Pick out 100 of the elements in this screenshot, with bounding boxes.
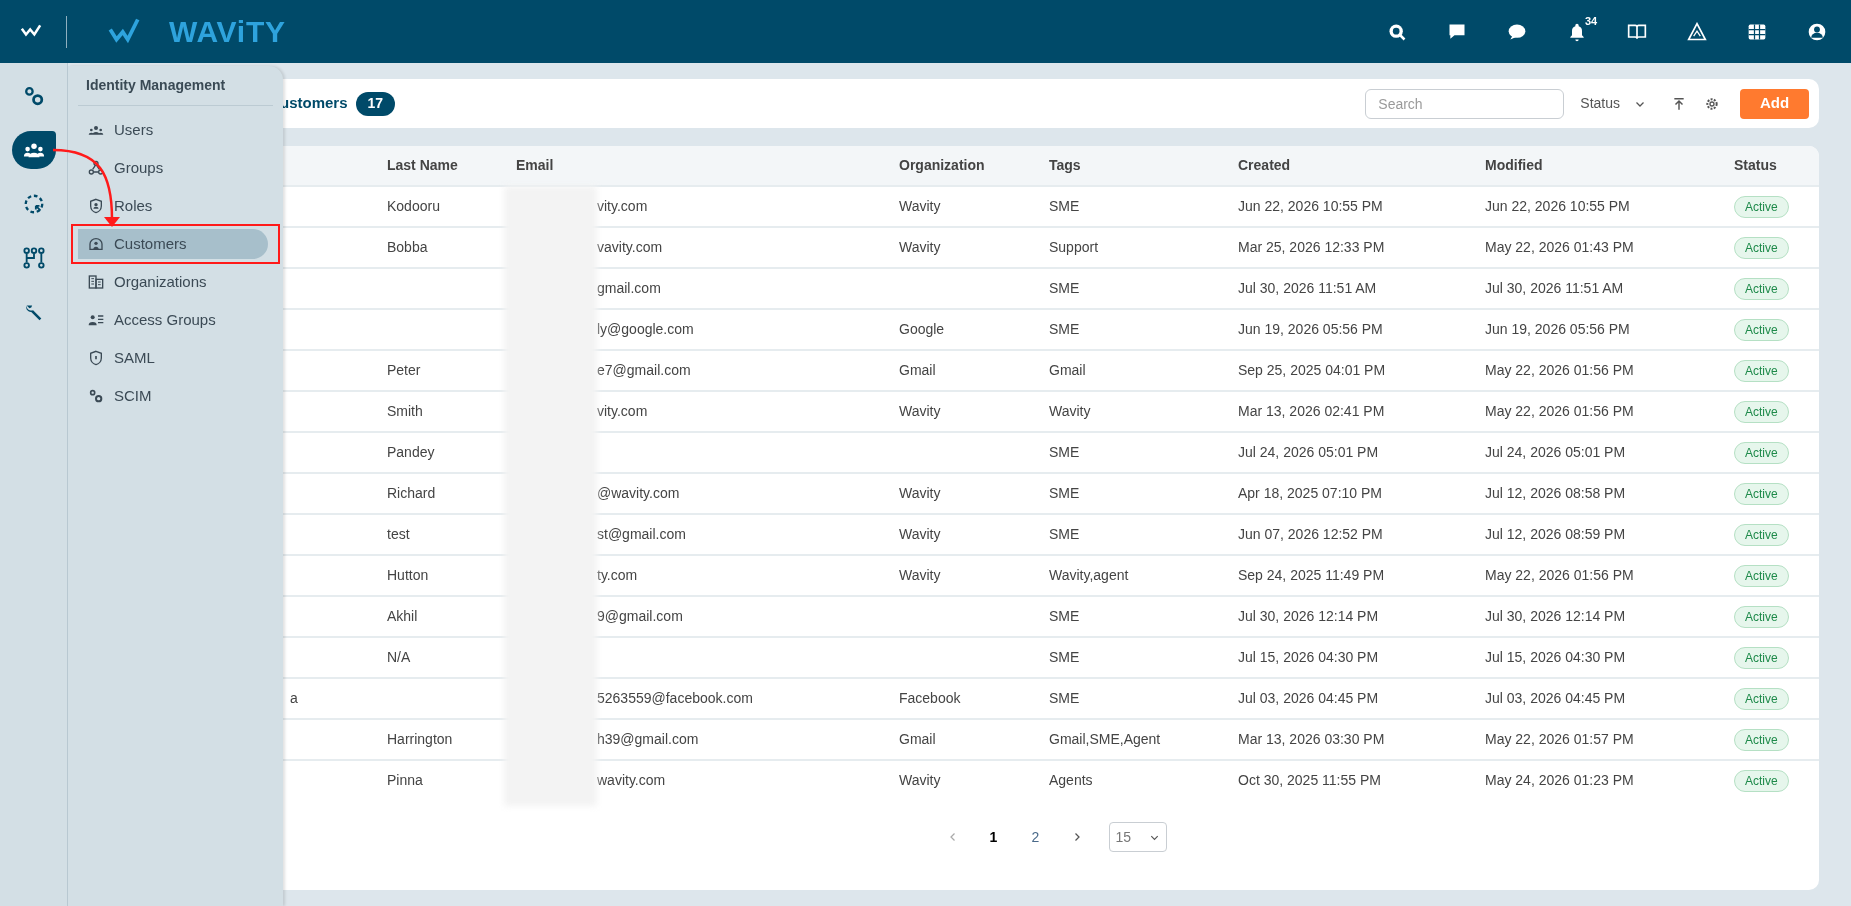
table-cell: Pinna	[387, 772, 423, 788]
menu-item[interactable]: Access Groups	[78, 305, 268, 335]
table-cell: Mar 13, 2026 03:30 PM	[1238, 731, 1385, 747]
shield-person-icon	[88, 198, 104, 214]
table-cell: SME	[1049, 280, 1080, 296]
notification-count: 34	[1585, 13, 1598, 29]
dashed-circle-icon	[22, 193, 45, 215]
table-cell: Jul 15, 2026 04:30 PM	[1238, 649, 1379, 665]
table-cell: May 22, 2026 01:43 PM	[1485, 239, 1634, 255]
column-header[interactable]: Organization	[887, 155, 1037, 176]
table-cell: @wavity.com	[597, 485, 680, 501]
table-cell: Google	[899, 321, 945, 337]
table-cell: Harrington	[387, 731, 453, 747]
table-cell: Jul 30, 2026 11:51 AM	[1485, 280, 1624, 296]
rail-button[interactable]	[11, 131, 56, 169]
table-cell: Jun 19, 2026 05:56 PM	[1485, 321, 1630, 337]
table-cell: Jun 07, 2026 12:52 PM	[1238, 526, 1383, 542]
status-badge: Active	[1734, 523, 1789, 546]
page-size-select[interactable]: 15	[1108, 822, 1167, 852]
table-cell: SME	[1049, 444, 1080, 460]
table-cell: Oct 30, 2025 11:55 PM	[1238, 772, 1381, 788]
table-cell: Smith	[387, 403, 423, 419]
table-cell: Mar 25, 2026 12:33 PM	[1238, 239, 1385, 255]
menu-item[interactable]: Roles	[78, 191, 268, 221]
table-cell: Wavity	[899, 485, 941, 501]
table-cell: Wavity,agent	[1049, 567, 1129, 583]
page-button[interactable]: 2	[1014, 826, 1057, 848]
table-cell: Jul 12, 2026 08:59 PM	[1485, 526, 1626, 542]
column-header[interactable]: Status	[1722, 155, 1819, 176]
status-badge: Active	[1734, 605, 1789, 628]
table-cell: SME	[1049, 321, 1080, 337]
column-header[interactable]: Created	[1226, 155, 1473, 176]
warning-triangle-icon[interactable]	[1687, 21, 1707, 42]
table-cell: vity.com	[597, 403, 648, 419]
table-cell: Gmail	[899, 731, 936, 747]
table-cell: SME	[1049, 485, 1080, 501]
table-cell: Jul 24, 2026 05:01 PM	[1485, 444, 1626, 460]
table-cell: May 22, 2026 01:56 PM	[1485, 362, 1634, 378]
status-badge: Active	[1734, 236, 1789, 259]
status-badge: Active	[1734, 564, 1789, 587]
status-badge: Active	[1734, 441, 1789, 464]
table-cell: SME	[1049, 649, 1080, 665]
table-cell: Jun 22, 2026 10:55 PM	[1485, 198, 1630, 214]
settings-icon[interactable]	[1704, 95, 1720, 112]
building-icon	[88, 274, 104, 290]
gears-icon	[22, 85, 45, 107]
status-badge: Active	[1734, 359, 1789, 382]
table-cell: Pandey	[387, 444, 435, 460]
table-cell: Jul 03, 2026 04:45 PM	[1238, 690, 1379, 706]
table-cell: vity.com	[597, 198, 648, 214]
menu-item[interactable]: Customers	[78, 229, 268, 259]
status-badge: Active	[1734, 646, 1789, 669]
table-cell: Wavity	[899, 198, 941, 214]
menu-item[interactable]: SAML	[78, 343, 268, 373]
table-cell: Jul 24, 2026 05:01 PM	[1238, 444, 1379, 460]
page-button[interactable]: 1	[972, 826, 1015, 848]
table-cell: Jun 19, 2026 05:56 PM	[1238, 321, 1383, 337]
table-cell: May 22, 2026 01:56 PM	[1485, 567, 1634, 583]
table-cell: 5263559@facebook.com	[597, 690, 753, 706]
table-cell: ly@google.com	[597, 321, 694, 337]
upload-icon[interactable]	[1672, 96, 1686, 111]
table-cell: SME	[1049, 690, 1080, 706]
table-cell: Jul 03, 2026 04:45 PM	[1485, 690, 1626, 706]
table-cell: Wavity	[899, 772, 941, 788]
table-cell: 9@gmail.com	[597, 608, 683, 624]
column-header[interactable]: Email	[504, 155, 887, 176]
table-cell: N/A	[387, 649, 411, 665]
table-cell: Apr 18, 2025 07:10 PM	[1238, 485, 1382, 501]
table-cell: Gmail,SME,Agent	[1049, 731, 1161, 747]
table-cell: Agents	[1049, 772, 1093, 788]
table-cell: Jul 30, 2026 12:14 PM	[1238, 608, 1379, 624]
table-cell: Jul 30, 2026 11:51 AM	[1238, 280, 1377, 296]
brand-name: WAViTY	[169, 14, 286, 50]
menu-item[interactable]: Organizations	[78, 267, 268, 297]
table-cell: Jul 30, 2026 12:14 PM	[1485, 608, 1626, 624]
bell-icon[interactable]	[1567, 21, 1587, 42]
status-badge: Active	[1734, 318, 1789, 341]
status-badge: Active	[1734, 277, 1789, 300]
table-cell: Support	[1049, 239, 1099, 255]
menu-title: Identity Management	[78, 72, 273, 106]
column-header[interactable]: Last Name	[375, 155, 504, 176]
table-cell: Akhil	[387, 608, 418, 624]
table-cell: Wavity	[1049, 403, 1091, 419]
user-avatar-icon[interactable]	[1807, 21, 1827, 42]
table-cell: Jul 12, 2026 08:58 PM	[1485, 485, 1626, 501]
search-field[interactable]: Search	[1365, 88, 1565, 119]
status-badge: Active	[1734, 728, 1789, 751]
menu-item[interactable]: Groups	[78, 153, 268, 183]
count-badge: 17	[355, 91, 396, 116]
menu-item[interactable]: Users	[78, 115, 268, 145]
table-cell: Richard	[387, 485, 436, 501]
column-header[interactable]: Tags	[1037, 155, 1226, 176]
menu-item[interactable]: SCIM	[78, 381, 268, 411]
table-cell: SME	[1049, 526, 1080, 542]
table-cell: Wavity	[899, 403, 941, 419]
status-dropdown[interactable]: Status	[1580, 93, 1646, 114]
shield-icon	[88, 350, 104, 366]
column-header[interactable]: Modified	[1473, 155, 1722, 176]
table-cell: Jun 22, 2026 10:55 PM	[1238, 198, 1383, 214]
user-list-icon	[88, 312, 104, 328]
